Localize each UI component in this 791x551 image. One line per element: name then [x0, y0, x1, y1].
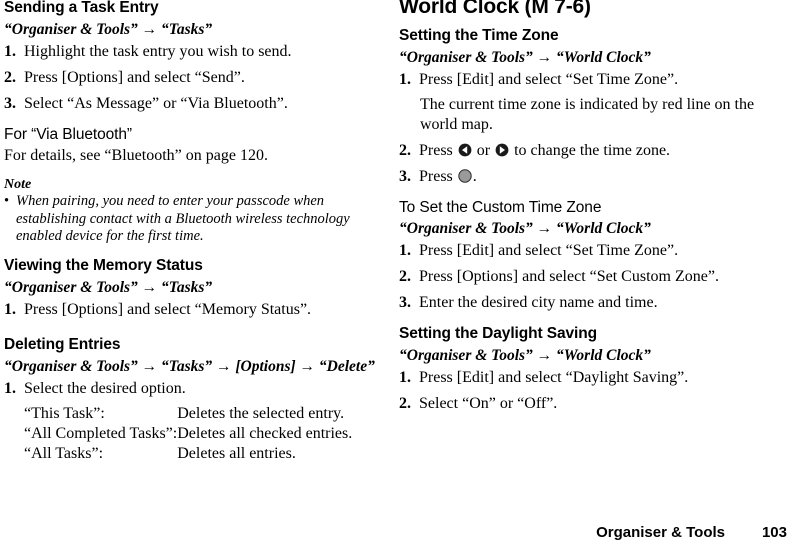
step-item: 1. Press [Edit] and select “Set Time Zon…: [399, 69, 771, 90]
option-term: “All Tasks”:: [24, 444, 104, 462]
step-text: Enter the desired city name and time.: [419, 294, 658, 311]
section-heading: Setting the Daylight Saving: [399, 325, 597, 342]
section-sending-a-task-entry: Sending a Task Entry “Organiser & Tools”…: [4, 0, 376, 256]
table-row: “This Task”: Deletes the selected entry.: [24, 404, 352, 424]
step-text: Select “On” or “Off”.: [419, 395, 558, 412]
step-number: 1.: [4, 300, 16, 318]
note-heading: Note: [4, 177, 32, 192]
section-viewing-the-memory-status: Viewing the Memory Status “Organiser & T…: [4, 256, 376, 335]
menu-path: “Organiser & Tools” → “World Clock”: [399, 49, 651, 66]
section-heading: Sending a Task Entry: [4, 0, 159, 16]
option-term: “All Completed Tasks”:: [24, 424, 178, 442]
page-title: World Clock (M 7-6): [399, 0, 591, 18]
menu-path: “Organiser & Tools” → “World Clock”: [399, 347, 651, 364]
step-text-before: Press: [419, 168, 457, 185]
section-to-set-the-custom-time-zone: To Set the Custom Time Zone “Organiser &…: [399, 198, 771, 324]
step-number: 1.: [4, 379, 16, 397]
step-text: Highlight the task entry you wish to sen…: [24, 43, 292, 60]
step-text-before: Press: [419, 142, 457, 159]
step-number: 1.: [399, 71, 411, 88]
step-item: 1. Press [Edit] and select “Set Time Zon…: [399, 240, 771, 261]
step-number: 1.: [399, 242, 411, 259]
step-item: 2. Press [Options] and select “Set Custo…: [399, 266, 771, 287]
step-text-middle: or: [472, 142, 495, 159]
step-text: Press .: [419, 166, 771, 187]
step-number: 1.: [4, 43, 16, 60]
step-number: 3.: [399, 168, 411, 185]
step-item: 1. Select the desired option.: [4, 378, 376, 399]
step-number: 2.: [4, 69, 16, 86]
step-text-after: .: [472, 168, 477, 185]
section-heading: Viewing the Memory Status: [4, 256, 203, 274]
subsection-heading: To Set the Custom Time Zone: [399, 199, 602, 216]
step-text: Press [Edit] and select “Daylight Saving…: [419, 369, 689, 386]
step-item: 3. Select “As Message” or “Via Bluetooth…: [4, 93, 376, 114]
step-number: 1.: [399, 369, 411, 386]
step-text: Press [Edit] and select “Set Time Zone”.: [419, 242, 679, 259]
page-footer: Organiser & Tools 103: [0, 521, 791, 543]
step-text: Press or to change the time zone.: [419, 140, 771, 161]
step-item: 2. Press [Options] and select “Send”.: [4, 67, 376, 88]
option-description: Deletes all entries.: [177, 444, 296, 462]
note-text: When pairing, you need to enter your pas…: [16, 193, 350, 244]
step-item: 1. Press [Edit] and select “Daylight Sav…: [399, 367, 771, 388]
step-number: 2.: [399, 268, 411, 285]
note-block: Note • When pairing, you need to enter y…: [4, 176, 376, 246]
step-text: Select the desired option.: [24, 379, 186, 397]
step-text: Press [Options] and select “Memory Statu…: [24, 300, 312, 318]
step-number: 3.: [4, 95, 16, 112]
right-column: World Clock (M 7-6) Setting the Time Zon…: [399, 0, 771, 419]
section-setting-the-daylight-saving: Setting the Daylight Saving “Organiser &…: [399, 324, 771, 414]
menu-path: “Organiser & Tools” → “Tasks”: [4, 278, 213, 296]
note-list-item: • When pairing, you need to enter your p…: [4, 193, 376, 246]
step-sub-note: The current time zone is indicated by re…: [420, 96, 755, 133]
step-item: 3. Press .: [399, 166, 771, 187]
step-item: 1. Highlight the task entry you wish to …: [4, 41, 376, 62]
section-heading: Deleting Entries: [4, 335, 121, 353]
step-item: 2. Press or to change the time zone.: [399, 140, 771, 161]
option-term: “This Task”:: [24, 404, 105, 422]
center-select-key-icon: [458, 169, 472, 183]
step-number: 2.: [399, 395, 411, 412]
right-navigation-key-icon: [495, 143, 509, 157]
subsection-body: For details, see “Bluetooth” on page 120…: [4, 147, 268, 164]
step-text: Press [Options] and select “Send”.: [24, 69, 245, 86]
bullet-icon: •: [4, 193, 10, 209]
menu-path: “Organiser & Tools” → “World Clock”: [399, 220, 651, 237]
step-text: Press [Edit] and select “Set Time Zone”.: [419, 71, 679, 88]
step-number: 2.: [399, 142, 411, 159]
menu-path: “Organiser & Tools” → “Tasks”: [4, 21, 213, 38]
step-text-after: to change the time zone.: [510, 142, 671, 159]
left-column: Sending a Task Entry “Organiser & Tools”…: [4, 0, 376, 464]
delete-options-table: “This Task”: Deletes the selected entry.…: [24, 404, 352, 464]
step-item: 3. Enter the desired city name and time.: [399, 292, 771, 313]
table-row: “All Tasks”: Deletes all entries.: [24, 444, 352, 464]
step-text: Select “As Message” or “Via Bluetooth”.: [24, 95, 288, 112]
left-navigation-key-icon: [458, 143, 472, 157]
step-text: Press [Options] and select “Set Custom Z…: [419, 268, 719, 285]
footer-section-label: Organiser & Tools: [596, 523, 725, 541]
option-description: Deletes all checked entries.: [177, 424, 353, 442]
step-item: 1. Press [Options] and select “Memory St…: [4, 299, 376, 320]
step-number: 3.: [399, 294, 411, 311]
menu-path: “Organiser & Tools” → “Tasks” → [Options…: [4, 357, 375, 375]
footer-page-number: 103: [761, 523, 787, 541]
subsection-heading: For “Via Bluetooth”: [4, 126, 132, 143]
section-setting-the-time-zone: Setting the Time Zone “Organiser & Tools…: [399, 26, 771, 198]
manual-page: Sending a Task Entry “Organiser & Tools”…: [0, 0, 791, 551]
section-heading: Setting the Time Zone: [399, 27, 559, 44]
section-deleting-entries: Deleting Entries “Organiser & Tools” → “…: [4, 335, 376, 464]
step-item: 2. Select “On” or “Off”.: [399, 393, 771, 414]
table-row: “All Completed Tasks”: Deletes all check…: [24, 424, 352, 444]
option-description: Deletes the selected entry.: [177, 404, 345, 422]
